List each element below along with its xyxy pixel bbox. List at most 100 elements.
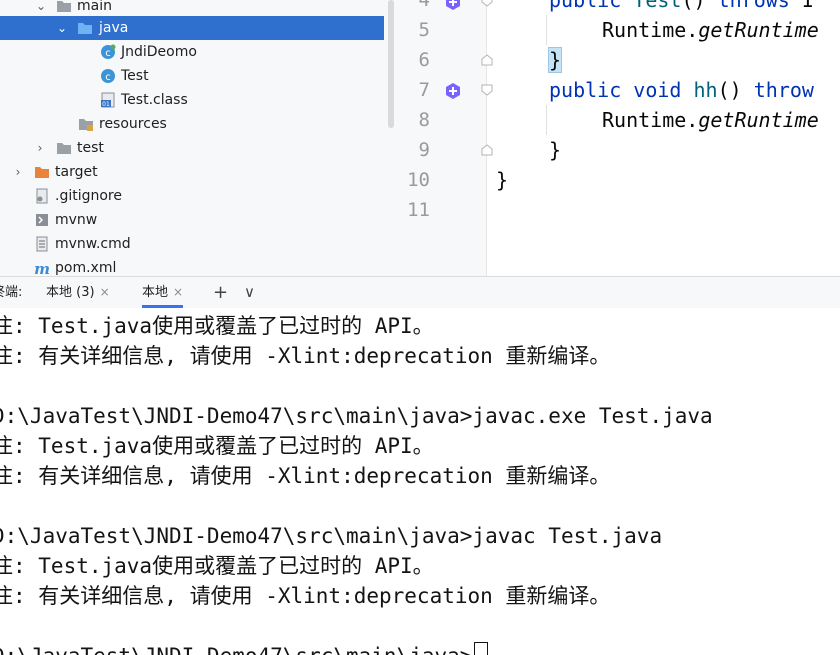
code-line: }: [496, 165, 508, 195]
class-file-icon: 01: [101, 92, 115, 108]
tree-item-jndideomo[interactable]: c JndiDeomo: [0, 40, 398, 64]
fold-icon[interactable]: [480, 0, 494, 8]
tree-item-label: Test.class: [121, 92, 188, 108]
maven-icon: m: [34, 260, 50, 276]
indent-guide: [546, 105, 547, 135]
keyword: throws: [717, 0, 802, 12]
line-number: 4: [418, 0, 430, 11]
chevron-right-icon[interactable]: ›: [33, 136, 47, 160]
terminal-line: 注: 有关详细信息, 请使用 -Xlint:deprecation 重新编译。: [0, 344, 611, 368]
code-text: }: [496, 168, 509, 192]
tree-item-test-classfile[interactable]: 01 Test.class: [0, 88, 398, 112]
line-number: 5: [418, 19, 430, 41]
tree-item-test-class[interactable]: c Test: [0, 64, 398, 88]
code-line: public Test() throws I: [549, 0, 814, 15]
tree-item-label: target: [55, 164, 98, 180]
tree-scrollbar[interactable]: [384, 0, 398, 276]
tree-item-label: pom.xml: [55, 260, 117, 276]
folder-icon: [57, 1, 71, 12]
tree-item-mvnw-cmd[interactable]: mvnw.cmd: [0, 232, 398, 256]
tree-item-mvnw[interactable]: mvnw: [0, 208, 398, 232]
java-class-icon: c: [101, 69, 115, 83]
override-gutter-icon[interactable]: [444, 0, 462, 11]
tree-item-test[interactable]: › test: [0, 136, 398, 160]
svg-text:01: 01: [102, 101, 110, 108]
gitignore-file-icon: [36, 188, 48, 204]
tree-item-label: test: [77, 140, 104, 156]
add-tab-icon[interactable]: +: [213, 277, 228, 308]
code-text: I: [801, 0, 814, 12]
code-text: (): [717, 78, 754, 102]
matched-brace: }: [547, 47, 563, 73]
terminal-line: 注: 有关详细信息, 请使用 -Xlint:deprecation 重新编译。: [0, 584, 611, 608]
keyword: public: [549, 0, 634, 12]
code-line: }: [549, 135, 561, 165]
svg-text:c: c: [105, 72, 111, 83]
terminal-line: 注: Test.java使用或覆盖了已过时的 API。: [0, 314, 434, 338]
folder-icon: [57, 143, 71, 154]
chevron-down-icon[interactable]: ⌄: [55, 16, 69, 40]
terminal-prompt-line[interactable]: D:\JavaTest\JNDI-Demo47\src\main\java>: [0, 641, 489, 655]
tree-item-target[interactable]: › target: [0, 160, 398, 184]
code-line: Runtime.getRuntime: [602, 15, 819, 45]
method-name: hh: [693, 78, 718, 102]
code-text: }: [549, 138, 562, 162]
terminal-line: 注: Test.java使用或覆盖了已过时的 API。: [0, 434, 434, 458]
tree-item-gitignore[interactable]: .gitignore: [0, 184, 398, 208]
java-class-icon: c: [101, 44, 116, 59]
tree-item-label: .gitignore: [55, 188, 122, 204]
tree-item-pom[interactable]: m pom.xml: [0, 256, 398, 276]
terminal-line: 注: Test.java使用或覆盖了已过时的 API。: [0, 554, 434, 578]
terminal-panel-title: 终端:: [0, 285, 23, 300]
cmd-file-icon: [36, 236, 48, 252]
tree-item-label: Test: [121, 68, 149, 84]
code-line: Runtime.getRuntime: [602, 105, 819, 135]
close-icon[interactable]: ×: [100, 285, 110, 299]
tree-item-java[interactable]: ⌄ java: [0, 16, 398, 40]
tree-item-resources[interactable]: resources: [0, 112, 398, 136]
svg-text:c: c: [105, 48, 111, 59]
close-icon[interactable]: ×: [173, 285, 183, 299]
override-gutter-icon[interactable]: [444, 82, 462, 100]
tab-label: 本地: [142, 285, 169, 300]
fold-icon[interactable]: [480, 83, 494, 97]
keyword: void: [633, 78, 694, 102]
scrollbar-thumb[interactable]: [388, 0, 394, 128]
line-number: 8: [418, 109, 430, 131]
tree-item-label: java: [99, 20, 129, 36]
line-number: 9: [418, 139, 430, 161]
line-number: 11: [407, 199, 430, 221]
fold-icon[interactable]: [480, 53, 494, 67]
code-text: Runtime.: [602, 108, 699, 132]
keyword: public: [549, 78, 634, 102]
code-text: Runtime.: [602, 18, 699, 42]
tab-label: 本地 (3): [46, 285, 95, 300]
line-number: 10: [407, 169, 430, 191]
code-text: (): [681, 0, 718, 12]
terminal-output[interactable]: 注: Test.java使用或覆盖了已过时的 API。 注: 有关详细信息, 请…: [0, 308, 840, 655]
code-editor[interactable]: 4 5 6 7 8 9 10 11 public Test() throws I…: [398, 0, 840, 276]
project-tree: ⌄ main ⌄ java c JndiDeomo c Test 01 Test…: [0, 0, 398, 276]
terminal-line: D:\JavaTest\JNDI-Demo47\src\main\java>ja…: [0, 404, 713, 428]
static-call: getRuntime: [698, 18, 819, 42]
chevron-right-icon[interactable]: ›: [11, 160, 25, 184]
excluded-folder-icon: [35, 167, 49, 178]
line-number: 7: [418, 79, 430, 101]
fold-icon[interactable]: [480, 143, 494, 157]
terminal-tab-bar: 终端: 本地 (3) × 本地 × + ∨: [0, 276, 840, 309]
code-line: }: [547, 45, 563, 75]
static-call: getRuntime: [698, 108, 819, 132]
script-file-icon: [36, 214, 48, 226]
tab-local-3[interactable]: 本地 (3) ×: [46, 277, 110, 308]
keyword: throw: [753, 78, 814, 102]
method-name: Test: [633, 0, 682, 12]
indent-guide: [546, 15, 547, 45]
svg-text:m: m: [34, 260, 50, 276]
chevron-down-icon[interactable]: ∨: [244, 277, 255, 308]
resources-folder-icon: [79, 119, 93, 131]
tab-local[interactable]: 本地 ×: [142, 277, 184, 308]
terminal-line: D:\JavaTest\JNDI-Demo47\src\main\java>ja…: [0, 524, 663, 548]
tree-item-label: JndiDeomo: [121, 44, 197, 60]
tree-item-label: mvnw: [55, 212, 98, 228]
terminal-prompt: D:\JavaTest\JNDI-Demo47\src\main\java>: [0, 644, 472, 655]
